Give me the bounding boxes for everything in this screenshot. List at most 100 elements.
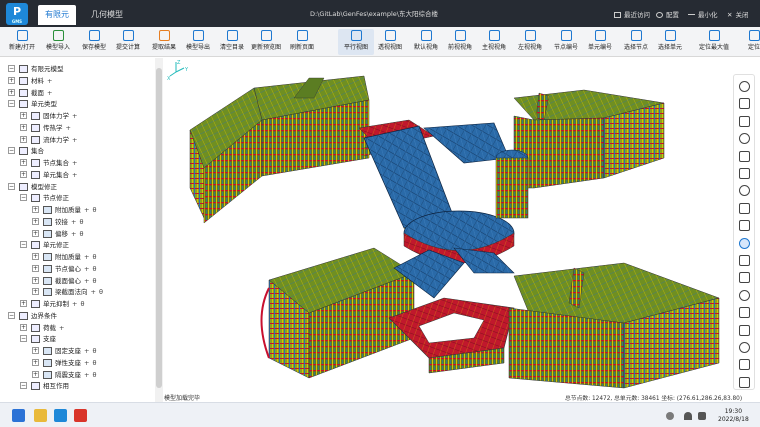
wps-icon[interactable]	[74, 409, 87, 422]
ribbon-button-parallel-view[interactable]: 平行视图	[338, 29, 374, 55]
collapse-icon[interactable]: −	[8, 65, 15, 72]
expand-icon[interactable]: +	[8, 88, 15, 96]
tag-icon[interactable]	[739, 220, 750, 232]
app-taskbar-icon[interactable]	[54, 409, 67, 422]
expand-icon[interactable]: +	[32, 358, 39, 366]
ribbon-button-update-preview[interactable]: 更新预览图	[248, 29, 284, 55]
ribbon-button-save[interactable]: 保存模型	[76, 29, 112, 55]
ribbon-button-export[interactable]: 模型导出	[180, 29, 216, 55]
ribbon-button-locate-max[interactable]: 定位最大值	[696, 29, 732, 55]
cube-icon[interactable]	[739, 255, 750, 266]
system-clock[interactable]: 19:30 2022/8/18	[718, 408, 749, 424]
edit-icon[interactable]: θ	[92, 265, 96, 273]
expand-icon[interactable]: +	[20, 323, 27, 331]
wifi-icon[interactable]	[684, 412, 692, 420]
file-explorer-icon[interactable]	[34, 409, 47, 422]
frame-icon[interactable]	[739, 307, 750, 319]
settings-button[interactable]: 配置	[656, 9, 679, 19]
expand-icon[interactable]: +	[20, 123, 27, 131]
add-icon[interactable]: +	[84, 371, 89, 379]
add-icon[interactable]: +	[72, 171, 77, 179]
ribbon-button-main-view[interactable]: 主视视角	[476, 29, 512, 55]
expand-icon[interactable]: +	[20, 135, 27, 143]
ribbon-button-front-view[interactable]: 前视视角	[442, 29, 478, 55]
collapse-icon[interactable]: −	[8, 182, 15, 190]
3d-viewport[interactable]: Z Y X	[164, 58, 732, 402]
expand-icon[interactable]: +	[20, 300, 27, 307]
windows-start-icon[interactable]	[12, 409, 25, 422]
expand-icon[interactable]: +	[32, 276, 39, 284]
expand-icon[interactable]: +	[20, 159, 27, 166]
collapse-icon[interactable]: −	[8, 311, 15, 319]
edit-icon[interactable]: θ	[92, 253, 96, 261]
add-icon[interactable]: +	[72, 300, 77, 308]
expand-icon[interactable]: +	[32, 217, 39, 225]
add-icon[interactable]: +	[84, 359, 89, 367]
add-icon[interactable]: +	[72, 112, 77, 120]
collapse-icon[interactable]: −	[8, 100, 15, 108]
add-icon[interactable]: +	[71, 218, 76, 226]
ribbon-button-refresh[interactable]: 刷新页面	[284, 29, 320, 55]
volume-icon[interactable]	[698, 412, 706, 420]
hand-icon[interactable]	[739, 150, 750, 162]
ribbon-button-perspective-view[interactable]: 透视视图	[372, 29, 408, 55]
collapse-icon[interactable]: −	[20, 241, 27, 249]
collapse-icon[interactable]: −	[8, 147, 15, 155]
add-icon[interactable]: +	[91, 288, 96, 296]
add-icon[interactable]: +	[47, 89, 52, 97]
ribbon-button-default-view[interactable]: 默认视角	[408, 29, 444, 55]
add-icon[interactable]: +	[66, 124, 71, 132]
qr-grid-icon[interactable]	[739, 133, 750, 145]
expand-icon[interactable]: +	[32, 288, 39, 296]
minimize-button[interactable]: 最小化	[688, 9, 718, 19]
edit-icon[interactable]: θ	[79, 218, 83, 226]
edit-icon[interactable]: θ	[80, 300, 84, 308]
ribbon-button-clear[interactable]: 清空目录	[214, 29, 250, 55]
edit-icon[interactable]: θ	[92, 206, 96, 214]
layer-icon[interactable]	[739, 98, 750, 110]
edit-icon[interactable]: θ	[79, 230, 83, 238]
play-icon[interactable]	[739, 237, 750, 249]
rotate-icon[interactable]	[739, 185, 750, 197]
add-icon[interactable]: +	[72, 159, 77, 167]
add-icon[interactable]: +	[84, 265, 89, 273]
ribbon-button-node-number[interactable]: 节点编号	[548, 29, 584, 55]
box-icon[interactable]	[739, 202, 750, 214]
ruler-icon[interactable]	[739, 168, 750, 179]
expand-icon[interactable]: +	[32, 370, 39, 378]
collapse-icon[interactable]: −	[20, 194, 27, 202]
reset-icon[interactable]	[739, 359, 750, 371]
ribbon-button-import[interactable]: 模型导入	[40, 29, 76, 55]
add-icon[interactable]: +	[84, 277, 89, 285]
tree-scrollbar[interactable]	[155, 58, 163, 402]
layers-stack-icon[interactable]	[739, 324, 750, 336]
close-button[interactable]: ✕ 关闭	[727, 9, 748, 19]
add-icon[interactable]: +	[84, 253, 89, 261]
scrollbar-thumb[interactable]	[156, 68, 162, 388]
cube-link-icon[interactable]	[739, 272, 750, 284]
edit-icon[interactable]: θ	[99, 288, 103, 296]
add-icon[interactable]: +	[59, 324, 64, 332]
expand-icon[interactable]: +	[8, 76, 15, 84]
ribbon-button-select-node[interactable]: 选择节点	[618, 29, 654, 55]
help-icon[interactable]	[739, 376, 750, 388]
add-icon[interactable]: +	[72, 136, 77, 144]
expand-icon[interactable]: +	[20, 112, 27, 119]
ribbon-button-extract[interactable]: 提取结果	[146, 29, 182, 55]
edit-icon[interactable]: θ	[92, 371, 96, 379]
edit-icon[interactable]: θ	[92, 359, 96, 367]
expand-icon[interactable]: +	[32, 206, 39, 213]
expand-icon[interactable]: +	[32, 347, 39, 354]
expand-icon[interactable]: +	[20, 170, 27, 178]
tab-geometry-model[interactable]: 几何模型	[84, 5, 130, 25]
zoom-fit-icon[interactable]	[739, 289, 750, 301]
add-icon[interactable]: +	[84, 347, 89, 355]
add-icon[interactable]: +	[71, 230, 76, 238]
collapse-icon[interactable]: −	[20, 335, 27, 343]
recent-button[interactable]: 最近访问	[614, 9, 650, 19]
edit-icon[interactable]: θ	[92, 277, 96, 285]
settings-icon[interactable]	[739, 342, 750, 353]
ribbon-button-new-open[interactable]: 新建/打开	[4, 29, 40, 55]
expand-icon[interactable]: +	[32, 264, 39, 272]
menu-icon[interactable]	[739, 81, 750, 92]
